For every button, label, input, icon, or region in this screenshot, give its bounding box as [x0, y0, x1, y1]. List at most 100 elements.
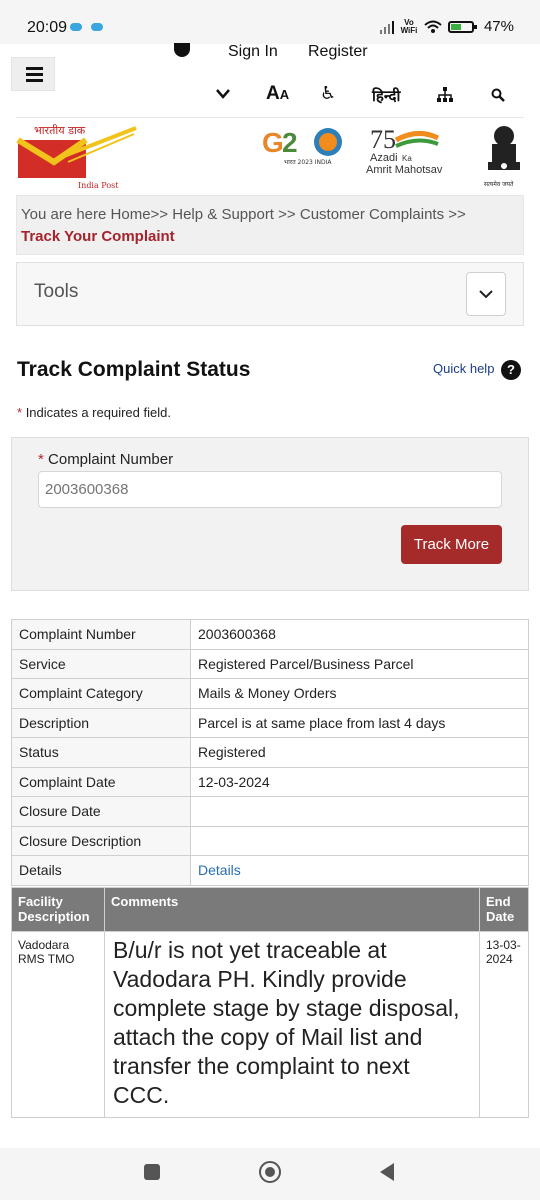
breadcrumb: You are here Home>> Help & Support >> Cu… — [16, 195, 524, 255]
breadcrumb-separator: >> — [278, 206, 296, 223]
battery-percent: 47% — [483, 18, 514, 35]
system-nav-bar — [0, 1148, 540, 1200]
page-title: Track Complaint Status — [17, 358, 251, 381]
user-icon[interactable] — [174, 43, 190, 57]
register-link[interactable]: Register — [308, 43, 368, 61]
complaint-number-input[interactable] — [38, 471, 502, 508]
breadcrumb-home[interactable]: Home — [111, 206, 151, 223]
detail-value: 12-03-2024 — [190, 766, 529, 797]
detail-key: Closure Date — [11, 796, 191, 827]
header-divider — [16, 117, 524, 118]
hamburger-icon — [26, 67, 43, 70]
breadcrumb-separator: >> — [448, 206, 466, 223]
svg-text:India Post: India Post — [78, 181, 119, 190]
table-header-row: Facility Description Comments End Date — [11, 887, 529, 932]
table-row: Description Parcel is at same place from … — [11, 707, 529, 738]
comments-table: Facility Description Comments End Date V… — [11, 887, 529, 1118]
game-icon — [70, 23, 82, 31]
required-note: * Indicates a required field. — [17, 405, 171, 420]
facility-cell: Vadodara RMS TMO — [11, 931, 105, 1118]
track-form: * Complaint Number Track More — [11, 437, 529, 591]
svg-text:Ka: Ka — [402, 154, 412, 163]
detail-value: Parcel is at same place from last 4 days — [190, 707, 529, 738]
required-note-text: Indicates a required field. — [25, 405, 171, 420]
text-size-icon[interactable]: AA — [266, 83, 289, 105]
help-icon[interactable]: ? — [501, 360, 521, 380]
tools-expand-button[interactable] — [466, 272, 506, 316]
tools-panel[interactable]: Tools — [16, 262, 524, 326]
breadcrumb-help-support[interactable]: Help & Support — [172, 206, 274, 223]
breadcrumb-current: Track Your Complaint — [21, 228, 175, 245]
svg-text:G: G — [262, 127, 284, 158]
detail-key: Service — [11, 648, 191, 679]
home-button[interactable] — [259, 1161, 281, 1183]
chevron-down-icon[interactable] — [215, 88, 231, 100]
detail-key: Complaint Date — [11, 766, 191, 797]
table-row: Complaint Date 12-03-2024 — [11, 766, 529, 797]
complaint-number-label: * Complaint Number — [38, 451, 173, 468]
detail-key: Details — [11, 855, 191, 886]
table-row: Closure Description — [11, 825, 529, 856]
detail-value: 2003600368 — [190, 619, 529, 650]
g20-logo: G 2 भारत 2023 INDIA — [262, 124, 350, 168]
required-asterisk: * — [17, 405, 23, 420]
table-row: Complaint Number 2003600368 — [11, 619, 529, 650]
detail-value — [190, 796, 529, 827]
detail-value: Mails & Money Orders — [190, 678, 529, 709]
breadcrumb-separator: >> — [150, 206, 169, 223]
tools-label: Tools — [34, 281, 79, 302]
game-icon — [91, 23, 103, 31]
accessibility-icon[interactable]: ♿ — [320, 83, 336, 104]
detail-value: Registered — [190, 737, 529, 768]
detail-value-cell: Details — [190, 855, 529, 886]
details-link[interactable]: Details — [198, 862, 241, 878]
hamburger-line — [26, 73, 43, 76]
svg-text:Amrit Mahotsav: Amrit Mahotsav — [366, 164, 443, 176]
ashoka-emblem-icon: सत्यमेव जयते — [484, 126, 520, 188]
detail-key: Complaint Category — [11, 678, 191, 709]
svg-text:75: 75 — [370, 125, 396, 154]
india-post-emblem-icon: भारतीय डाक India Post — [16, 124, 137, 190]
signal-icon — [379, 20, 394, 34]
vowifi-icon: Vo WiFi — [400, 17, 418, 35]
breadcrumb-prefix: You are here — [21, 206, 107, 223]
detail-value: Registered Parcel/Business Parcel — [190, 648, 529, 679]
table-row: Complaint Category Mails & Money Orders — [11, 678, 529, 709]
search-icon[interactable] — [491, 88, 505, 102]
required-asterisk: * — [38, 451, 44, 468]
svg-text:भारतीय डाक: भारतीय डाक — [34, 124, 86, 137]
complaint-details-table: Complaint Number 2003600368 Service Regist… — [11, 619, 529, 886]
quick-help-link[interactable]: Quick help — [433, 361, 494, 376]
sign-in-link[interactable]: Sign In — [228, 43, 278, 61]
menu-button[interactable] — [11, 57, 55, 91]
svg-text:सत्यमेव जयते: सत्यमेव जयते — [484, 180, 514, 188]
svg-text:भारत 2023 INDIA: भारत 2023 INDIA — [284, 159, 332, 166]
end-date-cell: 13-03-2024 — [479, 931, 529, 1118]
status-time: 20:09 — [27, 19, 68, 36]
amrit-mahotsav-emblem-icon: 75 Azadi Ka Amrit Mahotsav — [366, 125, 443, 176]
status-bar: 20:09 Vo WiFi 47% — [0, 0, 540, 44]
comment-cell: B/u/r is not yet traceable at Vadodara P… — [104, 931, 480, 1118]
azadi-ka-amrit-mahotsav-logo: 75 Azadi Ka Amrit Mahotsav — [366, 124, 460, 176]
sitemap-icon[interactable] — [437, 87, 453, 103]
recents-button[interactable] — [144, 1164, 160, 1180]
complaint-number-label-text: Complaint Number — [48, 451, 174, 468]
hindi-language-link[interactable]: हिन्दी — [372, 86, 400, 106]
breadcrumb-customer-complaints[interactable]: Customer Complaints — [300, 206, 444, 223]
back-button[interactable] — [380, 1163, 394, 1181]
chevron-down-icon — [479, 290, 493, 299]
comments-header: Comments — [104, 887, 480, 932]
india-post-logo[interactable]: भारतीय डाक India Post — [14, 122, 140, 192]
detail-key: Status — [11, 737, 191, 768]
svg-text:2: 2 — [282, 127, 298, 158]
table-row: Vadodara RMS TMO B/u/r is not yet tracea… — [11, 931, 529, 1118]
track-more-button[interactable]: Track More — [401, 525, 502, 564]
wifi-icon — [424, 20, 442, 33]
national-emblem-logo: सत्यमेव जयते — [484, 124, 524, 190]
hamburger-line — [26, 79, 43, 82]
status-icons: Vo WiFi 47% — [379, 17, 514, 35]
end-date-header: End Date — [479, 887, 529, 932]
facility-description-header: Facility Description — [11, 887, 105, 932]
detail-key: Description — [11, 707, 191, 738]
table-row: Closure Date — [11, 796, 529, 827]
